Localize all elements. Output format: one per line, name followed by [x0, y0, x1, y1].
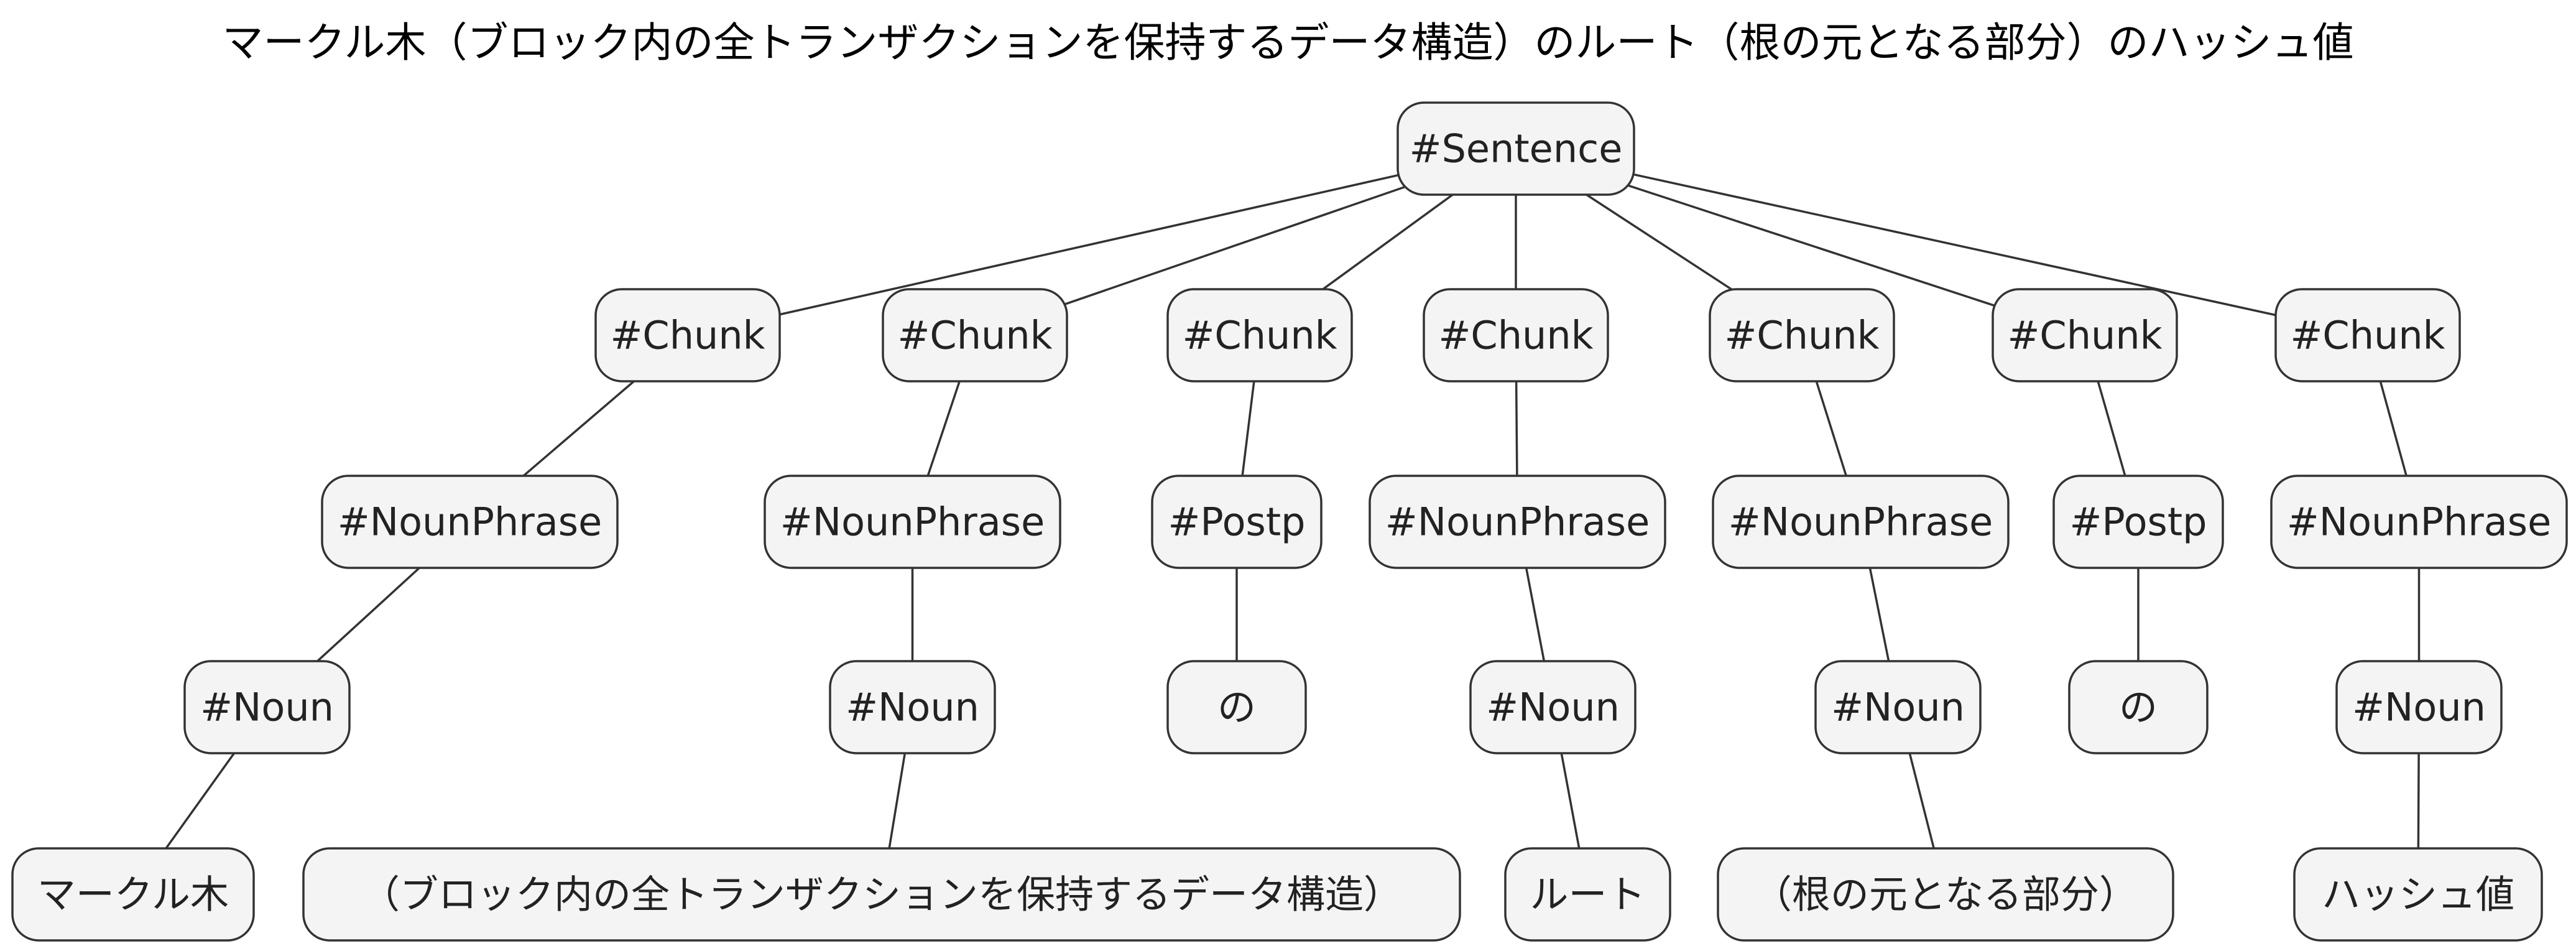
node-label: #Chunk: [1182, 313, 1337, 358]
tree-node-no2: の: [2068, 660, 2209, 754]
node-label: #NounPhrase: [780, 499, 1045, 545]
node-label: #Noun: [846, 685, 979, 730]
edge-sentence-chunk1: [687, 147, 1517, 336]
node-label: #Noun: [200, 685, 334, 730]
tree-node-np3: #NounPhrase: [1369, 475, 1666, 569]
node-label: #Chunk: [897, 313, 1052, 358]
tree-node-chunk7: #Chunk: [2274, 288, 2461, 383]
tree-node-noun2: #Noun: [829, 660, 996, 754]
tree-node-sentence: #Sentence: [1396, 101, 1635, 196]
node-label: #Sentence: [1410, 126, 1623, 172]
tree-node-noun3: #Noun: [1469, 660, 1637, 754]
tree-node-word1: マークル木: [11, 847, 255, 942]
tree-node-np2: #NounPhrase: [764, 475, 1061, 569]
node-label: ハッシュ値: [2322, 872, 2514, 917]
tree-node-noun5: #Noun: [2335, 660, 2503, 754]
tree-node-postp2: #Postp: [2052, 475, 2224, 569]
tree-nodes: #Sentence #Chunk #Chunk #Chunk #Chunk #Chunk #…: [11, 101, 2568, 942]
node-label: #Noun: [1831, 685, 1965, 730]
node-label: の: [1217, 685, 1256, 730]
node-label: #Chunk: [1724, 313, 1879, 358]
tree-node-noun4: #Noun: [1814, 660, 1982, 754]
parse-tree: #Sentence #Chunk #Chunk #Chunk #Chunk #Chunk #…: [11, 101, 2568, 942]
node-label: #NounPhrase: [1385, 499, 1650, 545]
tree-node-np4: #NounPhrase: [1712, 475, 2010, 569]
node-label: ルート: [1530, 872, 1645, 917]
tree-node-word2: （ブロック内の全トランザクションを保持するデータ構造）: [302, 847, 1461, 942]
tree-node-chunk2: #Chunk: [882, 288, 1068, 383]
edge-sentence-chunk7: [1515, 147, 2368, 336]
node-label: #Noun: [2352, 685, 2486, 730]
node-label: #NounPhrase: [338, 499, 602, 545]
tree-node-chunk5: #Chunk: [1709, 288, 1895, 383]
tree-node-chunk3: #Chunk: [1166, 288, 1353, 383]
tree-node-np1: #NounPhrase: [321, 475, 619, 569]
node-label: #Postp: [1168, 499, 1305, 545]
tree-node-noun1: #Noun: [183, 660, 351, 754]
tree-node-word3: ルート: [1504, 847, 1671, 942]
node-label: #Chunk: [2007, 313, 2162, 358]
node-label: の: [2119, 685, 2158, 730]
node-label: #Chunk: [1438, 313, 1593, 358]
node-label: #Postp: [2069, 499, 2207, 545]
tree-node-np5: #NounPhrase: [2270, 475, 2568, 569]
node-label: #NounPhrase: [1729, 499, 1993, 545]
node-label: マークル木: [37, 872, 229, 917]
node-label: （根の元となる部分）: [1753, 872, 2138, 917]
node-label: #Chunk: [610, 313, 765, 358]
node-label: #Noun: [1486, 685, 1620, 730]
tree-node-word4: （根の元となる部分）: [1717, 847, 2174, 942]
tree-node-word5: ハッシュ値: [2293, 847, 2543, 942]
node-label: #Chunk: [2290, 313, 2445, 358]
tree-node-chunk1: #Chunk: [594, 288, 781, 383]
tree-node-postp1: #Postp: [1151, 475, 1323, 569]
node-label: #NounPhrase: [2287, 499, 2551, 545]
tree-node-no1: の: [1166, 660, 1307, 754]
tree-node-chunk4: #Chunk: [1423, 288, 1609, 383]
node-label: （ブロック内の全トランザクションを保持するデータ構造）: [361, 872, 1402, 917]
tree-node-chunk6: #Chunk: [1992, 288, 2178, 383]
